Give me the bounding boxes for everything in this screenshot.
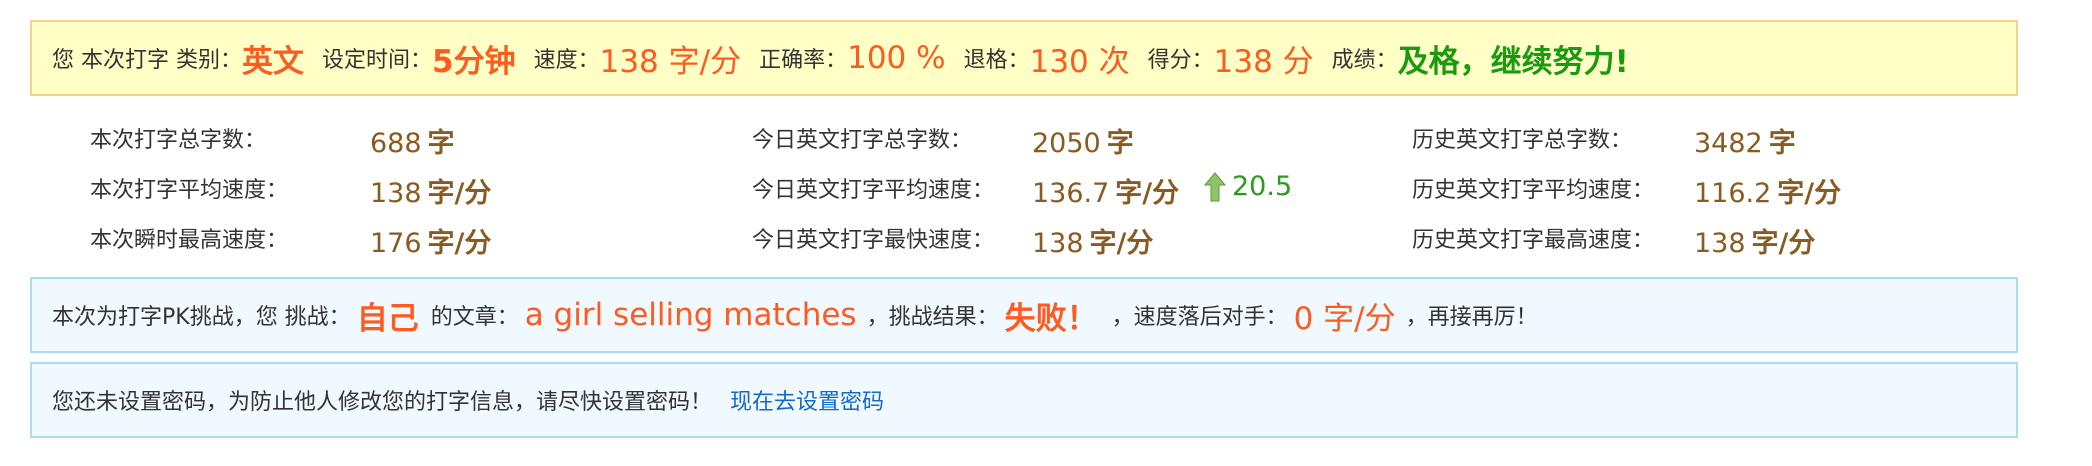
- stat-session-total: 本次打字总字数：: [90, 118, 266, 158]
- pk-behind-value: 0 字/分: [1293, 300, 1396, 337]
- stat-history-peak-value: 138 字/分: [1694, 228, 1816, 259]
- backspace-label: 退格：: [963, 48, 1030, 73]
- typing-result-page: 您 本次打字 类别： 英文 设定时间： 5分钟 速度： 138 字/分 正确率：…: [0, 0, 2092, 466]
- stat-label: 本次打字平均速度：: [90, 178, 289, 203]
- accuracy-label: 正确率：: [759, 48, 848, 73]
- pk-article: a girl selling matches: [524, 297, 857, 333]
- stat-history-total-value: 3482 字: [1694, 128, 1796, 159]
- stat-today-fastest: 今日英文打字最快速度：: [752, 218, 994, 258]
- stat-label: 历史英文打字平均速度：: [1412, 178, 1655, 203]
- stat-label: 历史英文打字总字数：: [1412, 128, 1633, 153]
- pk-behind-label: ，速度落后对手：: [1111, 305, 1288, 330]
- stat-history-avg: 历史英文打字平均速度：: [1412, 168, 1654, 208]
- pk-opponent: 自己: [356, 300, 419, 337]
- pk-article-label: 的文章：: [430, 305, 519, 330]
- stat-label: 本次打字总字数：: [90, 128, 267, 153]
- stat-history-avg-value: 116.2 字/分: [1694, 178, 1842, 209]
- set-password-link[interactable]: 现在去设置密码: [730, 384, 884, 416]
- category-value: 英文: [242, 43, 304, 80]
- stat-today-total: 今日英文打字总字数：: [752, 118, 972, 158]
- stat-label: 本次瞬时最高速度：: [90, 228, 289, 253]
- pk-tail: ，再接再厉！: [1405, 305, 1538, 330]
- pk-intro: 本次为打字PK挑战，您 挑战：: [52, 305, 351, 330]
- stat-session-avg-value: 138 字/分: [370, 178, 492, 209]
- pk-challenge-box: 本次为打字PK挑战，您 挑战： 自己 的文章： a girl selling m…: [30, 277, 2018, 353]
- stat-today-avg-value: 136.7 字/分: [1032, 178, 1180, 209]
- pk-result-label: ，挑战结果：: [866, 305, 999, 330]
- result-summary-bar: 您 本次打字 类别： 英文 设定时间： 5分钟 速度： 138 字/分 正确率：…: [30, 20, 2018, 96]
- stat-session-peak-value: 176 字/分: [370, 228, 492, 259]
- stat-label: 今日英文打字总字数：: [752, 128, 973, 153]
- time-label: 设定时间：: [322, 48, 433, 73]
- accuracy-value: 100 %: [847, 40, 946, 76]
- score-value: 138 分: [1213, 43, 1314, 80]
- category-label: 您 本次打字 类别：: [52, 48, 242, 73]
- speed-label: 速度：: [533, 48, 600, 73]
- password-reminder-box: 您还未设置密码，为防止他人修改您的打字信息，请尽快设置密码！ 现在去设置密码: [30, 362, 2018, 438]
- pk-result: 失败！: [1004, 300, 1098, 337]
- backspace-value: 130 次: [1029, 43, 1130, 80]
- speed-value: 138 字/分: [599, 43, 742, 80]
- trend-value: 20.5: [1232, 171, 1293, 202]
- time-value: 5分钟: [432, 43, 516, 80]
- stat-session-peak: 本次瞬时最高速度：: [90, 218, 288, 258]
- score-label: 得分：: [1147, 48, 1214, 73]
- today-avg-trend: 20.5: [1204, 171, 1292, 202]
- stat-history-peak: 历史英文打字最高速度：: [1412, 218, 1654, 258]
- grade-value: 及格，继续努力!: [1397, 43, 1629, 80]
- arrow-up-icon: [1204, 171, 1226, 201]
- stat-label: 今日英文打字平均速度：: [752, 178, 995, 203]
- stat-today-fastest-value: 138 字/分: [1032, 228, 1154, 259]
- stat-today-avg: 今日英文打字平均速度：: [752, 168, 994, 208]
- stat-label: 今日英文打字最快速度：: [752, 228, 995, 253]
- password-message: 您还未设置密码，为防止他人修改您的打字信息，请尽快设置密码！: [52, 390, 713, 415]
- stat-history-total: 历史英文打字总字数：: [1412, 118, 1632, 158]
- grade-label: 成绩：: [1331, 48, 1398, 73]
- stat-session-avg: 本次打字平均速度：: [90, 168, 288, 208]
- stat-label: 历史英文打字最高速度：: [1412, 228, 1655, 253]
- stat-session-total-value: 688 字: [370, 128, 455, 159]
- stat-today-total-value: 2050 字: [1032, 128, 1134, 159]
